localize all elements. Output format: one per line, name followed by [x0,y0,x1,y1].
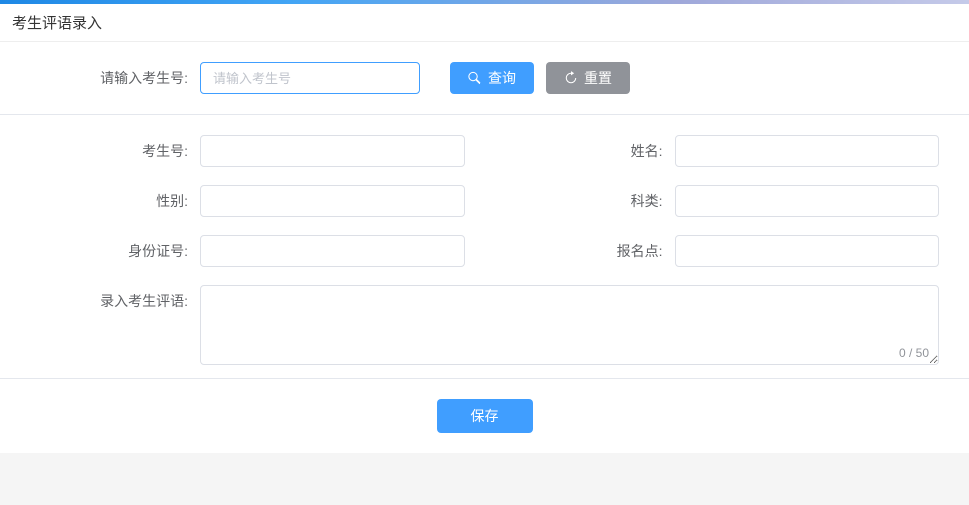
query-button[interactable]: 查询 [450,62,534,94]
reg-point-label: 报名点: [505,235,675,267]
id-no-label: 身份证号: [30,235,200,267]
name-label: 姓名: [505,135,675,167]
id-no-field[interactable] [200,235,465,267]
name-field[interactable] [675,135,940,167]
candidate-no-label: 考生号: [30,135,200,167]
gender-field[interactable] [200,185,465,217]
gender-label: 性别: [30,185,200,217]
subject-field[interactable] [675,185,940,217]
form-section: 考生号: 姓名: 性别: 科类: 身份证号: 报名点: 录入考生评语: 0 [0,115,969,378]
comment-label: 录入考生评语: [30,285,200,317]
reset-button-label: 重置 [584,68,612,88]
query-button-label: 查询 [488,68,516,88]
subject-label: 科类: [505,185,675,217]
search-section: 请输入考生号: 查询 重置 [0,42,969,114]
reset-button[interactable]: 重置 [546,62,630,94]
candidate-no-field[interactable] [200,135,465,167]
search-label: 请输入考生号: [100,68,200,88]
candidate-no-search-input[interactable] [200,62,420,94]
footer: 保存 [0,378,969,453]
comment-textarea[interactable] [200,285,939,365]
refresh-icon [564,71,578,85]
search-icon [468,71,482,85]
save-button[interactable]: 保存 [437,399,533,433]
page-title: 考生评语录入 [0,4,969,42]
reg-point-field[interactable] [675,235,940,267]
